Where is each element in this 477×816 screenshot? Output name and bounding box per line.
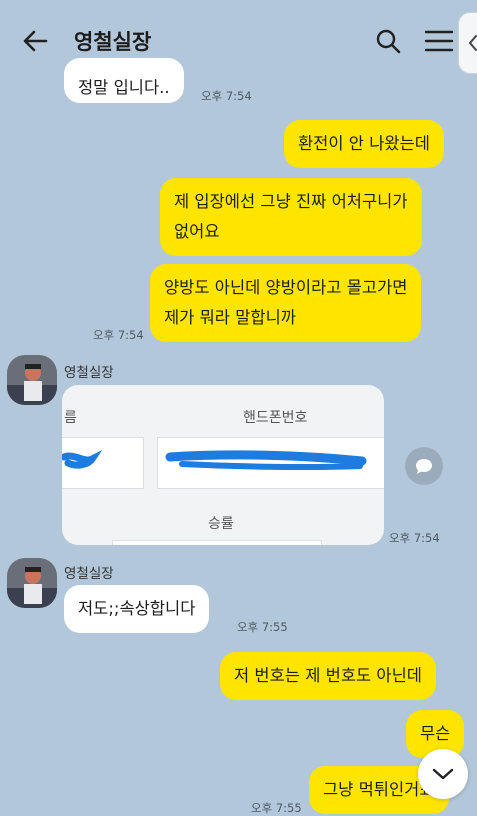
chevron-left-icon <box>468 35 477 51</box>
message-text-line: 없어요 <box>174 222 220 241</box>
message-bubble-mine[interactable]: 제 입장에선 그냥 진짜 어처구니가 없어요 <box>160 178 422 256</box>
card-column-left: 름 <box>64 410 77 426</box>
message-text: 정말 입니다.. <box>78 78 170 97</box>
message-bubble-mine[interactable]: 저 번호는 제 번호도 아닌데 <box>220 652 436 700</box>
message-text: 저 번호는 제 번호도 아닌데 <box>234 666 422 685</box>
message-time: 오후 7:55 <box>251 801 302 815</box>
chevron-down-icon <box>432 768 454 780</box>
message-text-line: 양방도 아닌데 양방이라고 몰고가면 <box>164 278 408 297</box>
card-cell <box>112 540 322 545</box>
message-text-line: 제 입장에선 그냥 진짜 어처구니가 <box>174 192 408 211</box>
image-message[interactable]: 름 핸드폰번호 승률 <box>62 385 384 545</box>
share-button[interactable] <box>405 447 443 485</box>
message-bubble-mine[interactable]: 환전이 안 나왔는데 <box>284 120 444 168</box>
sender-name: 영철실장 <box>64 365 114 381</box>
message-time: 오후 7:54 <box>389 531 440 545</box>
message-text: 그냥 먹튀인거죠 <box>323 780 435 799</box>
message-time: 오후 7:54 <box>201 89 252 103</box>
redaction-mark <box>62 449 367 471</box>
message-text: 저도;;속상합니다 <box>78 599 196 618</box>
sender-name: 영철실장 <box>64 566 114 582</box>
message-text-line: 제가 뭐라 말합니까 <box>164 308 296 327</box>
message-text: 환전이 안 나왔는데 <box>298 134 430 153</box>
message-time: 오후 7:55 <box>237 620 288 634</box>
avatar[interactable] <box>7 355 57 405</box>
card-column-right: 핸드폰번호 <box>243 410 308 426</box>
search-button[interactable] <box>371 24 405 58</box>
search-icon <box>376 29 401 54</box>
share-chat-icon <box>416 459 432 474</box>
message-text: 무슨 <box>420 724 451 743</box>
scroll-to-bottom-button[interactable] <box>418 749 468 799</box>
hamburger-menu-icon <box>424 30 454 52</box>
message-bubble-theirs[interactable]: 정말 입니다.. <box>64 58 184 103</box>
chat-title: 영철실장 <box>74 30 152 54</box>
back-button[interactable] <box>18 24 52 58</box>
side-panel-tab[interactable] <box>458 12 477 74</box>
card-bottom-label: 승률 <box>208 516 234 532</box>
message-time: 오후 7:54 <box>93 328 144 342</box>
message-bubble-mine[interactable]: 양방도 아닌데 양방이라고 몰고가면 제가 뭐라 말합니까 <box>150 264 422 342</box>
menu-button[interactable] <box>421 24 457 58</box>
avatar[interactable] <box>7 558 57 608</box>
arrow-left-icon <box>23 30 48 52</box>
message-bubble-theirs[interactable]: 저도;;속상합니다 <box>64 585 210 633</box>
